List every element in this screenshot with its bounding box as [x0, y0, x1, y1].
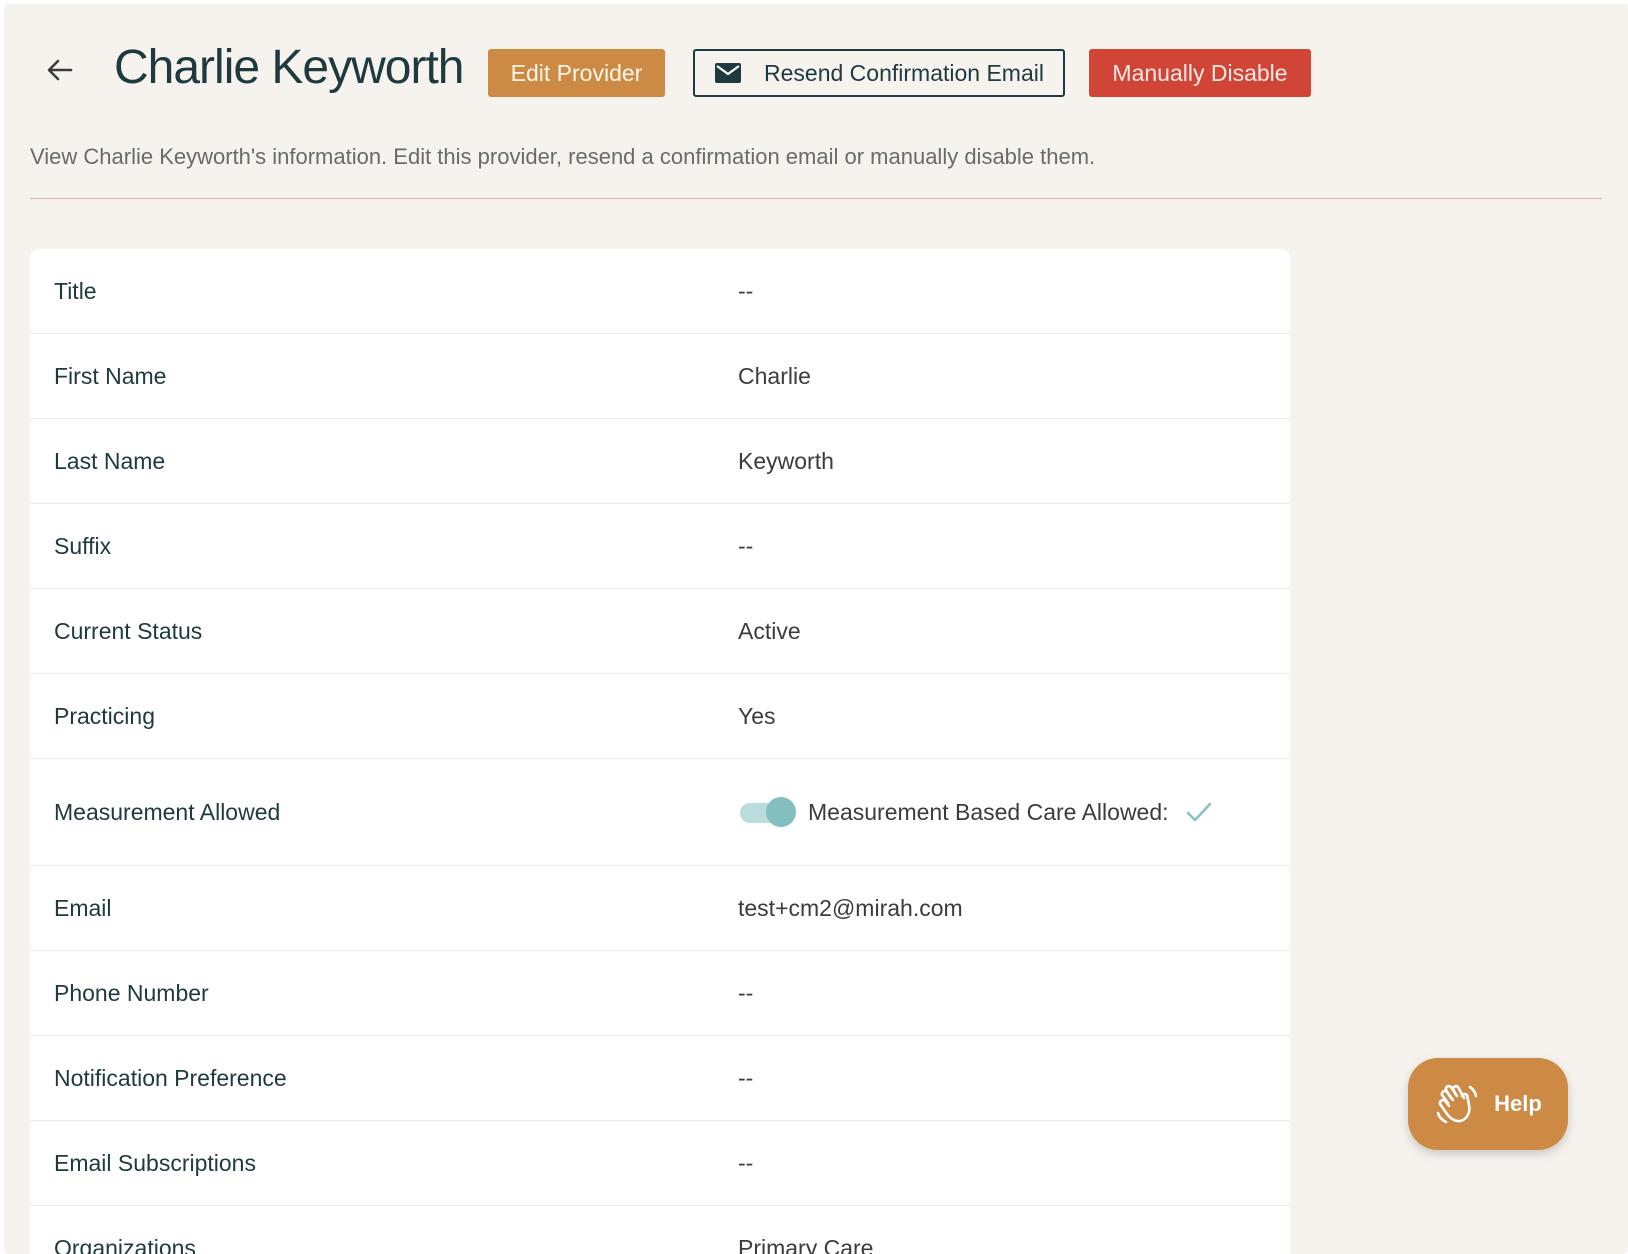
detail-value: Active: [738, 617, 801, 644]
detail-row-suffix: Suffix --: [30, 504, 1290, 589]
detail-value: Yes: [738, 702, 776, 729]
detail-label: Practicing: [54, 702, 155, 729]
detail-label: Current Status: [54, 617, 203, 644]
detail-value: --: [738, 532, 754, 559]
waving-hand-icon: [1434, 1081, 1480, 1127]
arrow-left-icon: [47, 59, 73, 81]
detail-label: Suffix: [54, 532, 112, 559]
detail-value: test+cm2@mirah.com: [738, 894, 963, 921]
measurement-toggle[interactable]: [738, 797, 796, 827]
header-divider: [30, 198, 1602, 199]
manually-disable-button[interactable]: Manually Disable: [1089, 49, 1311, 97]
detail-label: Email: [54, 894, 112, 921]
measurement-based-care-label: Measurement Based Care Allowed:: [808, 798, 1169, 825]
edit-provider-button[interactable]: Edit Provider: [488, 49, 665, 97]
page-header: Charlie Keyworth Edit Provider Resend Co…: [4, 4, 1628, 169]
resend-confirmation-label: Resend Confirmation Email: [764, 59, 1044, 86]
detail-value: --: [738, 979, 754, 1006]
detail-label: Notification Preference: [54, 1064, 287, 1091]
detail-label: Email Subscriptions: [54, 1149, 256, 1176]
detail-row-last-name: Last Name Keyworth: [30, 419, 1290, 504]
detail-value: --: [738, 1149, 754, 1176]
detail-row-phone-number: Phone Number --: [30, 951, 1290, 1036]
mail-icon: [714, 62, 742, 84]
check-icon: [1185, 800, 1213, 824]
help-button[interactable]: Help: [1408, 1058, 1568, 1150]
detail-row-email: Email test+cm2@mirah.com: [30, 866, 1290, 951]
detail-value: Keyworth: [738, 447, 834, 474]
edit-provider-label: Edit Provider: [510, 59, 643, 86]
detail-row-organizations: Organizations Primary Care: [30, 1206, 1290, 1254]
detail-row-email-subscriptions: Email Subscriptions --: [30, 1121, 1290, 1206]
detail-value: Charlie: [738, 362, 811, 389]
toggle-knob: [766, 797, 796, 827]
detail-row-title: Title --: [30, 249, 1290, 334]
provider-page: Charlie Keyworth Edit Provider Resend Co…: [4, 4, 1628, 1254]
detail-row-measurement-allowed: Measurement Allowed Measurement Based Ca…: [30, 759, 1290, 866]
page-subtitle: View Charlie Keyworth's information. Edi…: [30, 144, 1096, 169]
detail-label: Phone Number: [54, 979, 209, 1006]
detail-value: --: [738, 277, 754, 304]
detail-value: Primary Care: [738, 1234, 874, 1254]
help-label: Help: [1494, 1091, 1542, 1116]
detail-row-notification-preference: Notification Preference --: [30, 1036, 1290, 1121]
detail-row-practicing: Practicing Yes: [30, 674, 1290, 759]
detail-label: First Name: [54, 362, 167, 389]
page-title: Charlie Keyworth: [114, 41, 464, 94]
detail-label: Title: [54, 277, 97, 304]
detail-label: Measurement Allowed: [54, 798, 281, 825]
back-button[interactable]: [42, 52, 78, 88]
detail-label: Last Name: [54, 447, 166, 474]
resend-confirmation-email-button[interactable]: Resend Confirmation Email: [693, 49, 1065, 97]
detail-row-current-status: Current Status Active: [30, 589, 1290, 674]
manually-disable-label: Manually Disable: [1112, 59, 1288, 86]
measurement-value: Measurement Based Care Allowed:: [738, 797, 1213, 827]
detail-row-first-name: First Name Charlie: [30, 334, 1290, 419]
detail-value: --: [738, 1064, 754, 1091]
detail-label: Organizations: [54, 1234, 196, 1254]
provider-details-card: Title -- First Name Charlie Last Name Ke…: [30, 249, 1290, 1254]
